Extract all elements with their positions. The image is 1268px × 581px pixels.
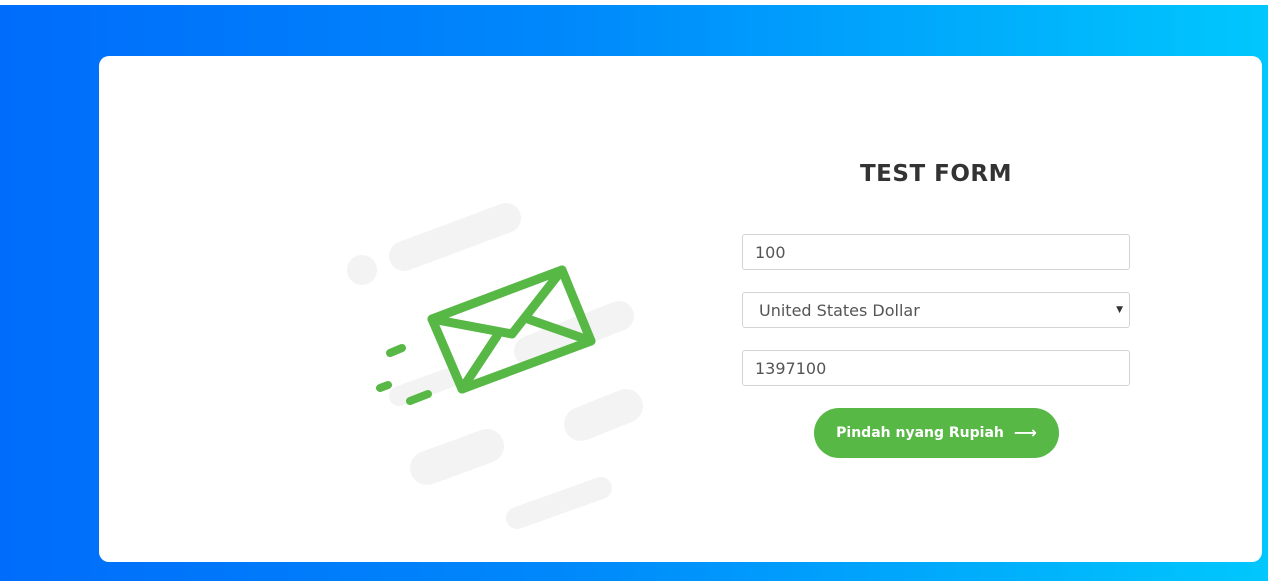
form-title: TEST FORM <box>859 161 1013 187</box>
background-decoration <box>347 203 643 529</box>
mail-illustration <box>347 203 643 529</box>
result-input[interactable]: 1397100 <box>742 350 1130 386</box>
submit-button[interactable]: Pindah nyang Rupiah ⟶ <box>814 408 1059 458</box>
result-input-value: 1397100 <box>755 358 827 378</box>
envelope-icon <box>427 265 596 394</box>
form-card: TEST FORM 100 United States Dollar ▼ 139… <box>99 56 1262 562</box>
submit-button-label: Pindah nyang Rupiah <box>836 425 1004 441</box>
amount-input[interactable]: 100 <box>742 234 1130 270</box>
currency-select-value: United States Dollar <box>759 300 920 320</box>
amount-input-value: 100 <box>755 242 786 262</box>
currency-select[interactable]: United States Dollar ▼ <box>742 292 1130 328</box>
arrow-right-icon: ⟶ <box>1013 423 1037 442</box>
dropdown-arrow-icon: ▼ <box>1116 305 1123 315</box>
